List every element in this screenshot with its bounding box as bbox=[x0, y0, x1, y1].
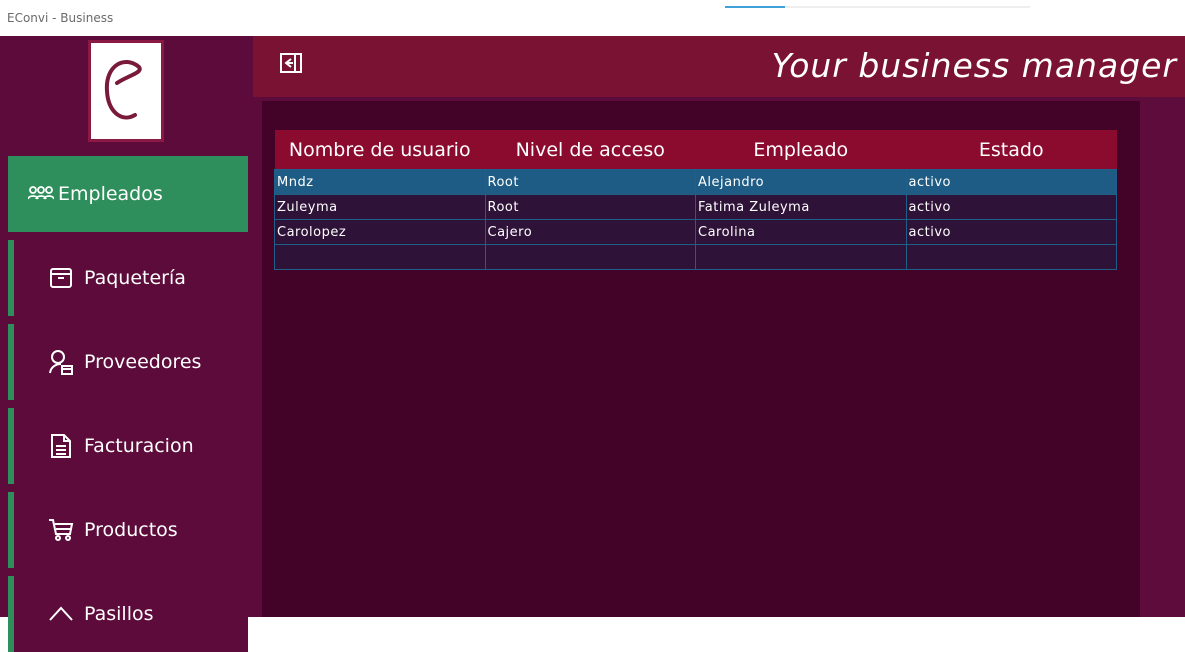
collapse-icon bbox=[280, 53, 302, 73]
sidebar-item-label: Pasillos bbox=[84, 603, 154, 625]
table-row[interactable]: Carolopez Cajero Carolina activo bbox=[274, 219, 1117, 245]
cell-username[interactable]: Mndz bbox=[274, 169, 486, 195]
cart-icon bbox=[48, 517, 74, 543]
cell-employee[interactable]: Alejandro bbox=[695, 169, 907, 195]
column-header[interactable]: Nivel de acceso bbox=[485, 130, 696, 170]
cell-status[interactable]: activo bbox=[905, 219, 1117, 245]
cell-access-level[interactable]: Root bbox=[484, 194, 696, 220]
cell-employee[interactable] bbox=[695, 244, 907, 270]
sidebar-item-label: Facturacion bbox=[84, 435, 194, 457]
window-titlebar: EConvi - Business bbox=[0, 0, 1185, 36]
column-header[interactable]: Estado bbox=[906, 130, 1117, 170]
app-logo bbox=[88, 40, 164, 142]
collapse-sidebar-button[interactable] bbox=[279, 51, 303, 75]
table-row[interactable]: Mndz Root Alejandro activo bbox=[274, 169, 1117, 195]
cell-access-level[interactable]: Cajero bbox=[484, 219, 696, 245]
cell-status[interactable]: activo bbox=[905, 169, 1117, 195]
sidebar-item-facturacion[interactable]: Facturacion bbox=[8, 408, 248, 484]
people-icon bbox=[28, 181, 54, 207]
package-icon bbox=[48, 265, 74, 291]
cell-employee[interactable]: Fatima Zuleyma bbox=[695, 194, 907, 220]
window-title: EConvi - Business bbox=[7, 11, 114, 25]
sidebar-item-label: Paquetería bbox=[84, 267, 186, 289]
column-header[interactable]: Empleado bbox=[695, 130, 906, 170]
cell-username[interactable]: Zuleyma bbox=[274, 194, 486, 220]
cell-employee[interactable]: Carolina bbox=[695, 219, 907, 245]
sidebar-item-label: Productos bbox=[84, 519, 178, 541]
sidebar: Empleados Paquetería Proveedores Factura… bbox=[0, 36, 253, 652]
sidebar-item-proveedores[interactable]: Proveedores bbox=[8, 324, 248, 400]
sidebar-item-label: Proveedores bbox=[84, 351, 202, 373]
table-row[interactable]: Zuleyma Root Fatima Zuleyma activo bbox=[274, 194, 1117, 220]
sidebar-item-label: Empleados bbox=[58, 183, 163, 205]
aisle-icon bbox=[48, 601, 74, 627]
document-icon bbox=[48, 433, 74, 459]
cell-access-level[interactable] bbox=[484, 244, 696, 270]
sidebar-item-pasillos[interactable]: Pasillos bbox=[8, 576, 248, 652]
cell-access-level[interactable]: Root bbox=[484, 169, 696, 195]
cell-username[interactable]: Carolopez bbox=[274, 219, 486, 245]
employees-table: Nombre de usuario Nivel de acceso Emplea… bbox=[274, 130, 1117, 270]
table-row-new[interactable] bbox=[274, 244, 1117, 270]
titlebar-strip-accent bbox=[725, 6, 785, 8]
cell-status[interactable]: activo bbox=[905, 194, 1117, 220]
cell-status[interactable] bbox=[905, 244, 1117, 270]
header-bar: Your business manager bbox=[253, 36, 1185, 97]
sidebar-item-empleados[interactable]: Empleados bbox=[8, 156, 248, 232]
sidebar-item-productos[interactable]: Productos bbox=[8, 492, 248, 568]
supplier-icon bbox=[48, 349, 74, 375]
table-header-row: Nombre de usuario Nivel de acceso Emplea… bbox=[274, 130, 1117, 170]
cell-username[interactable] bbox=[274, 244, 486, 270]
brand-tagline: Your business manager bbox=[771, 46, 1177, 85]
sidebar-item-paqueteria[interactable]: Paquetería bbox=[8, 240, 248, 316]
right-strip bbox=[1140, 97, 1185, 617]
column-header[interactable]: Nombre de usuario bbox=[274, 130, 485, 170]
